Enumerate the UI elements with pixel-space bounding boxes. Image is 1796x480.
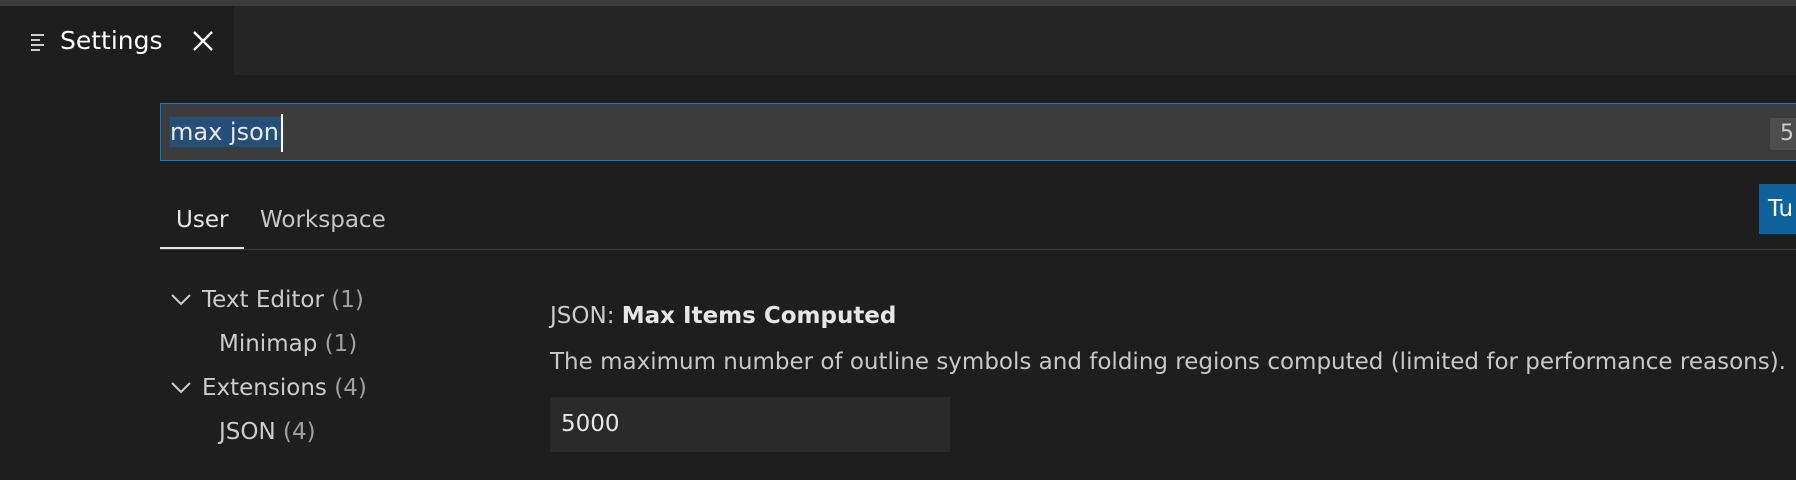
text-caret [281,114,283,152]
close-icon[interactable] [190,28,216,54]
toc-item-label: Extensions [202,375,327,401]
toc-item-label: Minimap [219,331,318,357]
toc-item-count: (4) [334,375,367,401]
toc-item-label: JSON [219,419,276,445]
editor-tab-bar: Settings [0,6,1796,75]
settings-search-input[interactable]: max json 5 [160,103,1796,161]
settings-scope-tabs: User Workspace [160,195,1796,250]
setting-description: The maximum number of outline symbols an… [550,349,1786,375]
setting-title: JSON: Max Items Computed [550,300,896,332]
setting-name: Max Items Computed [621,303,897,329]
search-input-value: max json [170,117,281,147]
tab-user[interactable]: User [176,205,228,235]
search-result-count-badge: 5 [1770,118,1796,150]
search-result-count: 5 [1780,121,1794,146]
setting-category: JSON: [550,303,622,329]
toc-item-count: (1) [331,287,364,313]
chevron-down-icon [171,294,191,306]
active-tab-underline [160,247,244,249]
toc-item-count: (4) [283,419,316,445]
toc-item-label: Text Editor [202,287,324,313]
turn-on-sync-button[interactable]: Tu [1759,184,1796,234]
toc-item-count: (1) [324,331,358,357]
setting-number-input[interactable]: 5000 [550,397,950,452]
turn-on-sync-label: Tu [1768,196,1794,222]
chevron-down-icon [171,382,191,394]
settings-list-icon [31,34,44,51]
tab-title: Settings [60,26,163,55]
settings-tab[interactable]: Settings [0,6,234,75]
setting-input-value: 5000 [561,411,620,437]
tab-workspace[interactable]: Workspace [260,205,386,235]
